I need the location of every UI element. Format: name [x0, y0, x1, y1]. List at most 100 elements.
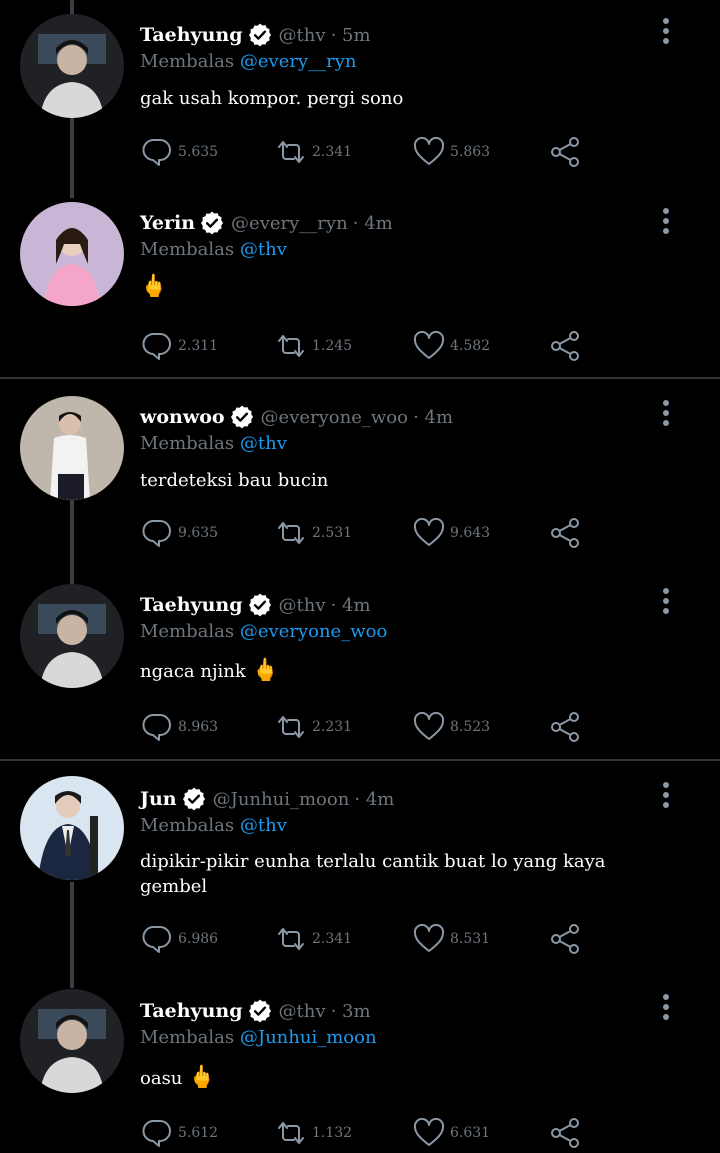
- tweet-text-body: oasu: [140, 1068, 183, 1089]
- retweet-icon: [274, 1116, 308, 1150]
- reply-icon: [140, 922, 174, 956]
- more-vertical-icon[interactable]: [657, 992, 675, 1022]
- reply-button[interactable]: 6.986: [140, 919, 218, 959]
- avatar[interactable]: [20, 584, 124, 688]
- tweet[interactable]: Jun @Junhui_moon · 4m Membalas @thv dipi…: [0, 762, 720, 982]
- reply-button[interactable]: 9.635: [140, 513, 218, 553]
- avatar[interactable]: [20, 989, 124, 1093]
- mention-link[interactable]: @everyone_woo: [240, 621, 387, 642]
- like-count: 6.631: [450, 1125, 491, 1141]
- retweet-button[interactable]: 2.341: [274, 132, 352, 172]
- tweet-text-body: dipikir-pikir eunha terlalu cantik buat …: [140, 851, 606, 897]
- timestamp[interactable]: · 4m: [353, 213, 393, 234]
- share-button[interactable]: [548, 919, 582, 959]
- retweet-count: 2.231: [312, 719, 353, 735]
- timestamp[interactable]: · 4m: [413, 407, 453, 428]
- more-vertical-icon[interactable]: [657, 16, 675, 46]
- timestamp[interactable]: · 4m: [331, 595, 371, 616]
- tweet[interactable]: Taehyung @thv · 3m Membalas @Junhui_moon…: [0, 982, 720, 1153]
- mention-link[interactable]: @thv: [240, 433, 287, 454]
- more-vertical-icon[interactable]: [657, 206, 675, 236]
- replying-to: Membalas @every__ryn: [140, 51, 357, 72]
- tweet[interactable]: wonwoo @everyone_woo · 4m Membalas @thv …: [0, 380, 720, 576]
- avatar[interactable]: [20, 14, 124, 118]
- replying-prefix: Membalas: [140, 51, 235, 72]
- retweet-count: 1.245: [312, 338, 353, 354]
- retweet-button[interactable]: 2.341: [274, 919, 352, 959]
- tweet[interactable]: Taehyung @thv · 4m Membalas @everyone_wo…: [0, 576, 720, 758]
- retweet-button[interactable]: 2.231: [274, 707, 352, 747]
- heart-icon: [412, 922, 446, 956]
- retweet-count: 2.531: [312, 525, 353, 541]
- share-button[interactable]: [548, 707, 582, 747]
- share-button[interactable]: [548, 1113, 582, 1153]
- display-name[interactable]: Taehyung: [140, 1000, 243, 1022]
- tweet-text-body: ngaca njink: [140, 661, 246, 682]
- retweet-button[interactable]: 1.132: [274, 1113, 352, 1153]
- like-button[interactable]: 5.863: [412, 132, 490, 172]
- like-button[interactable]: 9.643: [412, 513, 490, 553]
- avatar[interactable]: [20, 396, 124, 500]
- like-button[interactable]: 4.582: [412, 326, 490, 366]
- reply-button[interactable]: 5.635: [140, 132, 218, 172]
- user-handle[interactable]: @thv: [279, 25, 326, 46]
- display-name[interactable]: wonwoo: [140, 406, 225, 428]
- display-name[interactable]: Yerin: [140, 212, 195, 234]
- avatar[interactable]: [20, 776, 124, 880]
- replying-to: Membalas @thv: [140, 433, 287, 454]
- share-icon: [548, 922, 582, 956]
- retweet-icon: [274, 329, 308, 363]
- share-button[interactable]: [548, 132, 582, 172]
- tweet-text: ngaca njink 🖕: [140, 658, 660, 684]
- reply-count: 5.635: [178, 144, 219, 160]
- user-handle[interactable]: @Junhui_moon: [213, 789, 350, 810]
- more-vertical-icon[interactable]: [657, 586, 675, 616]
- heart-icon: [412, 329, 446, 363]
- display-name[interactable]: Jun: [140, 788, 177, 810]
- reply-button[interactable]: 8.963: [140, 707, 218, 747]
- share-button[interactable]: [548, 513, 582, 553]
- retweet-count: 1.132: [312, 1125, 353, 1141]
- share-icon: [548, 329, 582, 363]
- like-button[interactable]: 6.631: [412, 1113, 490, 1153]
- mention-link[interactable]: @thv: [240, 239, 287, 260]
- display-name[interactable]: Taehyung: [140, 594, 243, 616]
- like-button[interactable]: 8.531: [412, 919, 490, 959]
- like-count: 8.531: [450, 931, 491, 947]
- retweet-button[interactable]: 1.245: [274, 326, 352, 366]
- user-handle[interactable]: @thv: [279, 1001, 326, 1022]
- reply-button[interactable]: 5.612: [140, 1113, 218, 1153]
- user-handle[interactable]: @every__ryn: [231, 213, 348, 234]
- user-handle[interactable]: @everyone_woo: [261, 407, 408, 428]
- heart-icon: [412, 710, 446, 744]
- tweet-text: terdeteksi bau bucin: [140, 468, 660, 493]
- tweet[interactable]: Taehyung @thv · 5m Membalas @every__ryn …: [0, 0, 720, 190]
- timestamp[interactable]: · 4m: [354, 789, 394, 810]
- timestamp[interactable]: · 5m: [331, 25, 371, 46]
- retweet-button[interactable]: 2.531: [274, 513, 352, 553]
- avatar[interactable]: [20, 202, 124, 306]
- reply-button[interactable]: 2.311: [140, 326, 218, 366]
- like-button[interactable]: 8.523: [412, 707, 490, 747]
- tweet[interactable]: Yerin @every__ryn · 4m Membalas @thv 🖕 2…: [0, 190, 720, 376]
- share-button[interactable]: [548, 326, 582, 366]
- middle-finger-emoji: 🖕: [140, 274, 168, 299]
- mention-link[interactable]: @thv: [240, 815, 287, 836]
- tweet-actions: 8.963 2.231 8.523: [140, 707, 600, 747]
- reply-count: 6.986: [178, 931, 219, 947]
- tweet-text: gak usah kompor. pergi sono: [140, 86, 660, 111]
- display-name[interactable]: Taehyung: [140, 24, 243, 46]
- mention-link[interactable]: @Junhui_moon: [240, 1027, 377, 1048]
- verified-badge-icon: [247, 592, 273, 618]
- user-handle[interactable]: @thv: [279, 595, 326, 616]
- mention-link[interactable]: @every__ryn: [240, 51, 357, 72]
- more-vertical-icon[interactable]: [657, 780, 675, 810]
- tweet-actions: 5.635 2.341 5.863: [140, 132, 600, 172]
- share-icon: [548, 516, 582, 550]
- timestamp[interactable]: · 3m: [331, 1001, 371, 1022]
- verified-badge-icon: [247, 998, 273, 1024]
- share-icon: [548, 710, 582, 744]
- replying-to: Membalas @everyone_woo: [140, 621, 387, 642]
- reply-icon: [140, 135, 174, 169]
- more-vertical-icon[interactable]: [657, 398, 675, 428]
